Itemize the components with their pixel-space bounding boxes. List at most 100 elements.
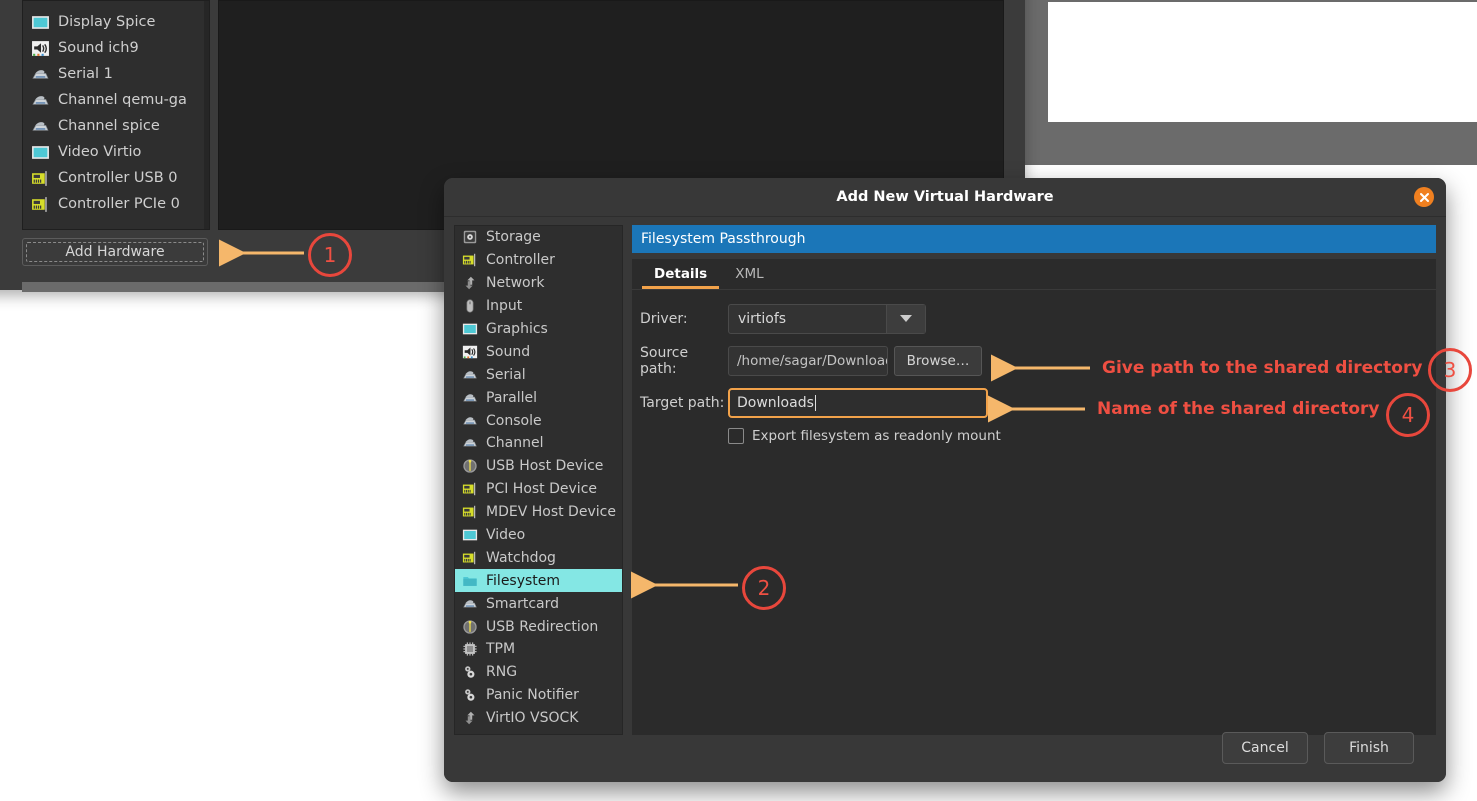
category-item-video[interactable]: Video [455, 524, 622, 547]
driver-row: Driver: virtiofs [640, 304, 1436, 334]
category-item-serial[interactable]: Serial [455, 363, 622, 386]
controller-icon [462, 550, 478, 566]
channel-icon [462, 435, 478, 451]
hw-list-item-label: Sound ich9 [58, 40, 139, 56]
category-item-storage[interactable]: Storage [455, 226, 622, 249]
tab-xml-label: XML [735, 266, 763, 282]
hw-list-item[interactable]: Serial 1 [23, 61, 209, 87]
panel-header: Filesystem Passthrough [632, 225, 1436, 253]
category-item-label: Console [486, 413, 542, 429]
gears-icon [462, 664, 478, 680]
graphics-icon [462, 321, 478, 337]
controller-icon [31, 195, 50, 214]
hw-list-item[interactable]: Video Virtio [23, 139, 209, 165]
hw-list-item[interactable]: Controller PCIe 0 [23, 191, 209, 217]
parallel-icon [462, 390, 478, 406]
category-item-label: USB Host Device [486, 458, 603, 474]
dialog-titlebar: Add New Virtual Hardware [444, 178, 1446, 217]
folder-icon [462, 573, 478, 589]
driver-select[interactable]: virtiofs [728, 304, 926, 334]
serial-icon [31, 65, 50, 84]
browse-button[interactable]: Browse… [894, 346, 982, 376]
category-item-controller[interactable]: Controller [455, 249, 622, 272]
hw-list-item[interactable]: Sound ich9 [23, 35, 209, 61]
hw-list-item[interactable]: Channel qemu-ga [23, 87, 209, 113]
desktop-backdrop-white [1048, 2, 1477, 122]
category-item-label: Channel [486, 435, 543, 451]
category-item-label: Network [486, 275, 544, 291]
dialog-body: Storage Controller Network Input Graphics Sou… [444, 217, 1446, 782]
chevron-down-icon[interactable] [886, 305, 925, 333]
channel-icon [31, 91, 50, 110]
source-path-label: Source path: [640, 345, 728, 377]
category-item-parallel[interactable]: Parallel [455, 386, 622, 409]
add-new-virtual-hardware-dialog: Add New Virtual Hardware Storage Controll… [444, 178, 1446, 782]
category-item-label: Parallel [486, 390, 537, 406]
target-path-input[interactable]: Downloads [728, 388, 988, 418]
text-caret [815, 395, 816, 411]
category-item-smartcard[interactable]: Smartcard [455, 592, 622, 615]
cancel-button[interactable]: Cancel [1222, 732, 1308, 764]
hw-list-item-label: Controller PCIe 0 [58, 196, 180, 212]
hw-list-item[interactable]: Display Spice [23, 9, 209, 35]
category-item-label: Filesystem [486, 573, 560, 589]
category-item-usb-host-device[interactable]: USB Host Device [455, 455, 622, 478]
category-item-channel[interactable]: Channel [455, 432, 622, 455]
category-item-network[interactable]: Network [455, 272, 622, 295]
controller-icon [31, 169, 50, 188]
category-item-usb-redirection[interactable]: USB Redirection [455, 615, 622, 638]
video-icon [462, 527, 478, 543]
category-item-label: USB Redirection [486, 619, 598, 635]
hw-list-item-partial[interactable] [23, 1, 209, 9]
hw-list-scrollbar[interactable] [204, 1, 209, 229]
category-item-watchdog[interactable]: Watchdog [455, 546, 622, 569]
target-path-row: Target path: Downloads [640, 388, 1436, 418]
dialog-footer: Cancel Finish [444, 720, 1446, 782]
tab-xml[interactable]: XML [721, 259, 777, 289]
readonly-checkbox[interactable] [728, 428, 744, 444]
category-item-sound[interactable]: Sound [455, 340, 622, 363]
tab-details[interactable]: Details [640, 259, 721, 289]
storage-icon [462, 229, 478, 245]
close-icon[interactable] [1414, 187, 1434, 207]
channel-icon [31, 117, 50, 136]
hw-list-item-label: Channel qemu-ga [58, 92, 187, 108]
controller-icon [462, 504, 478, 520]
category-item-label: Video [486, 527, 525, 543]
category-item-console[interactable]: Console [455, 409, 622, 432]
driver-label: Driver: [640, 311, 728, 327]
category-item-mdev-host-device[interactable]: MDEV Host Device [455, 501, 622, 524]
network-icon [462, 275, 478, 291]
target-path-label: Target path: [640, 395, 728, 411]
finish-button[interactable]: Finish [1324, 732, 1414, 764]
add-hardware-button[interactable]: Add Hardware [22, 238, 208, 266]
driver-value: virtiofs [729, 311, 886, 327]
hw-list-item[interactable]: Controller USB 0 [23, 165, 209, 191]
category-item-input[interactable]: Input [455, 295, 622, 318]
vm-hardware-list[interactable]: Display Spice Sound ich9 Serial 1 Channel q… [22, 0, 210, 230]
source-path-input[interactable]: /home/sagar/Downloads [728, 346, 888, 376]
filesystem-form: Driver: virtiofs Source path: /home/saga… [632, 290, 1436, 444]
category-item-label: TPM [486, 641, 515, 657]
category-item-tpm[interactable]: TPM [455, 638, 622, 661]
category-item-label: MDEV Host Device [486, 504, 616, 520]
smartcard-icon [462, 596, 478, 612]
category-item-filesystem[interactable]: Filesystem [455, 569, 622, 592]
category-item-label: Controller [486, 252, 555, 268]
display-icon [31, 13, 50, 32]
hw-list-item-label: Channel spice [58, 118, 160, 134]
category-item-label: Watchdog [486, 550, 556, 566]
hardware-category-list[interactable]: Storage Controller Network Input Graphics Sou… [454, 225, 623, 735]
category-item-rng[interactable]: RNG [455, 661, 622, 684]
category-item-label: RNG [486, 664, 517, 680]
browse-button-label: Browse… [907, 353, 970, 369]
category-item-label: Graphics [486, 321, 548, 337]
hw-list-item-label: Display Spice [58, 14, 155, 30]
input-mouse-icon [462, 298, 478, 314]
category-item-graphics[interactable]: Graphics [455, 318, 622, 341]
category-item-panic-notifier[interactable]: Panic Notifier [455, 684, 622, 707]
panel-tabs: Details XML [632, 259, 1436, 290]
hw-list-item[interactable]: Channel spice [23, 113, 209, 139]
category-item-pci-host-device[interactable]: PCI Host Device [455, 478, 622, 501]
panel-header-label: Filesystem Passthrough [641, 231, 805, 247]
